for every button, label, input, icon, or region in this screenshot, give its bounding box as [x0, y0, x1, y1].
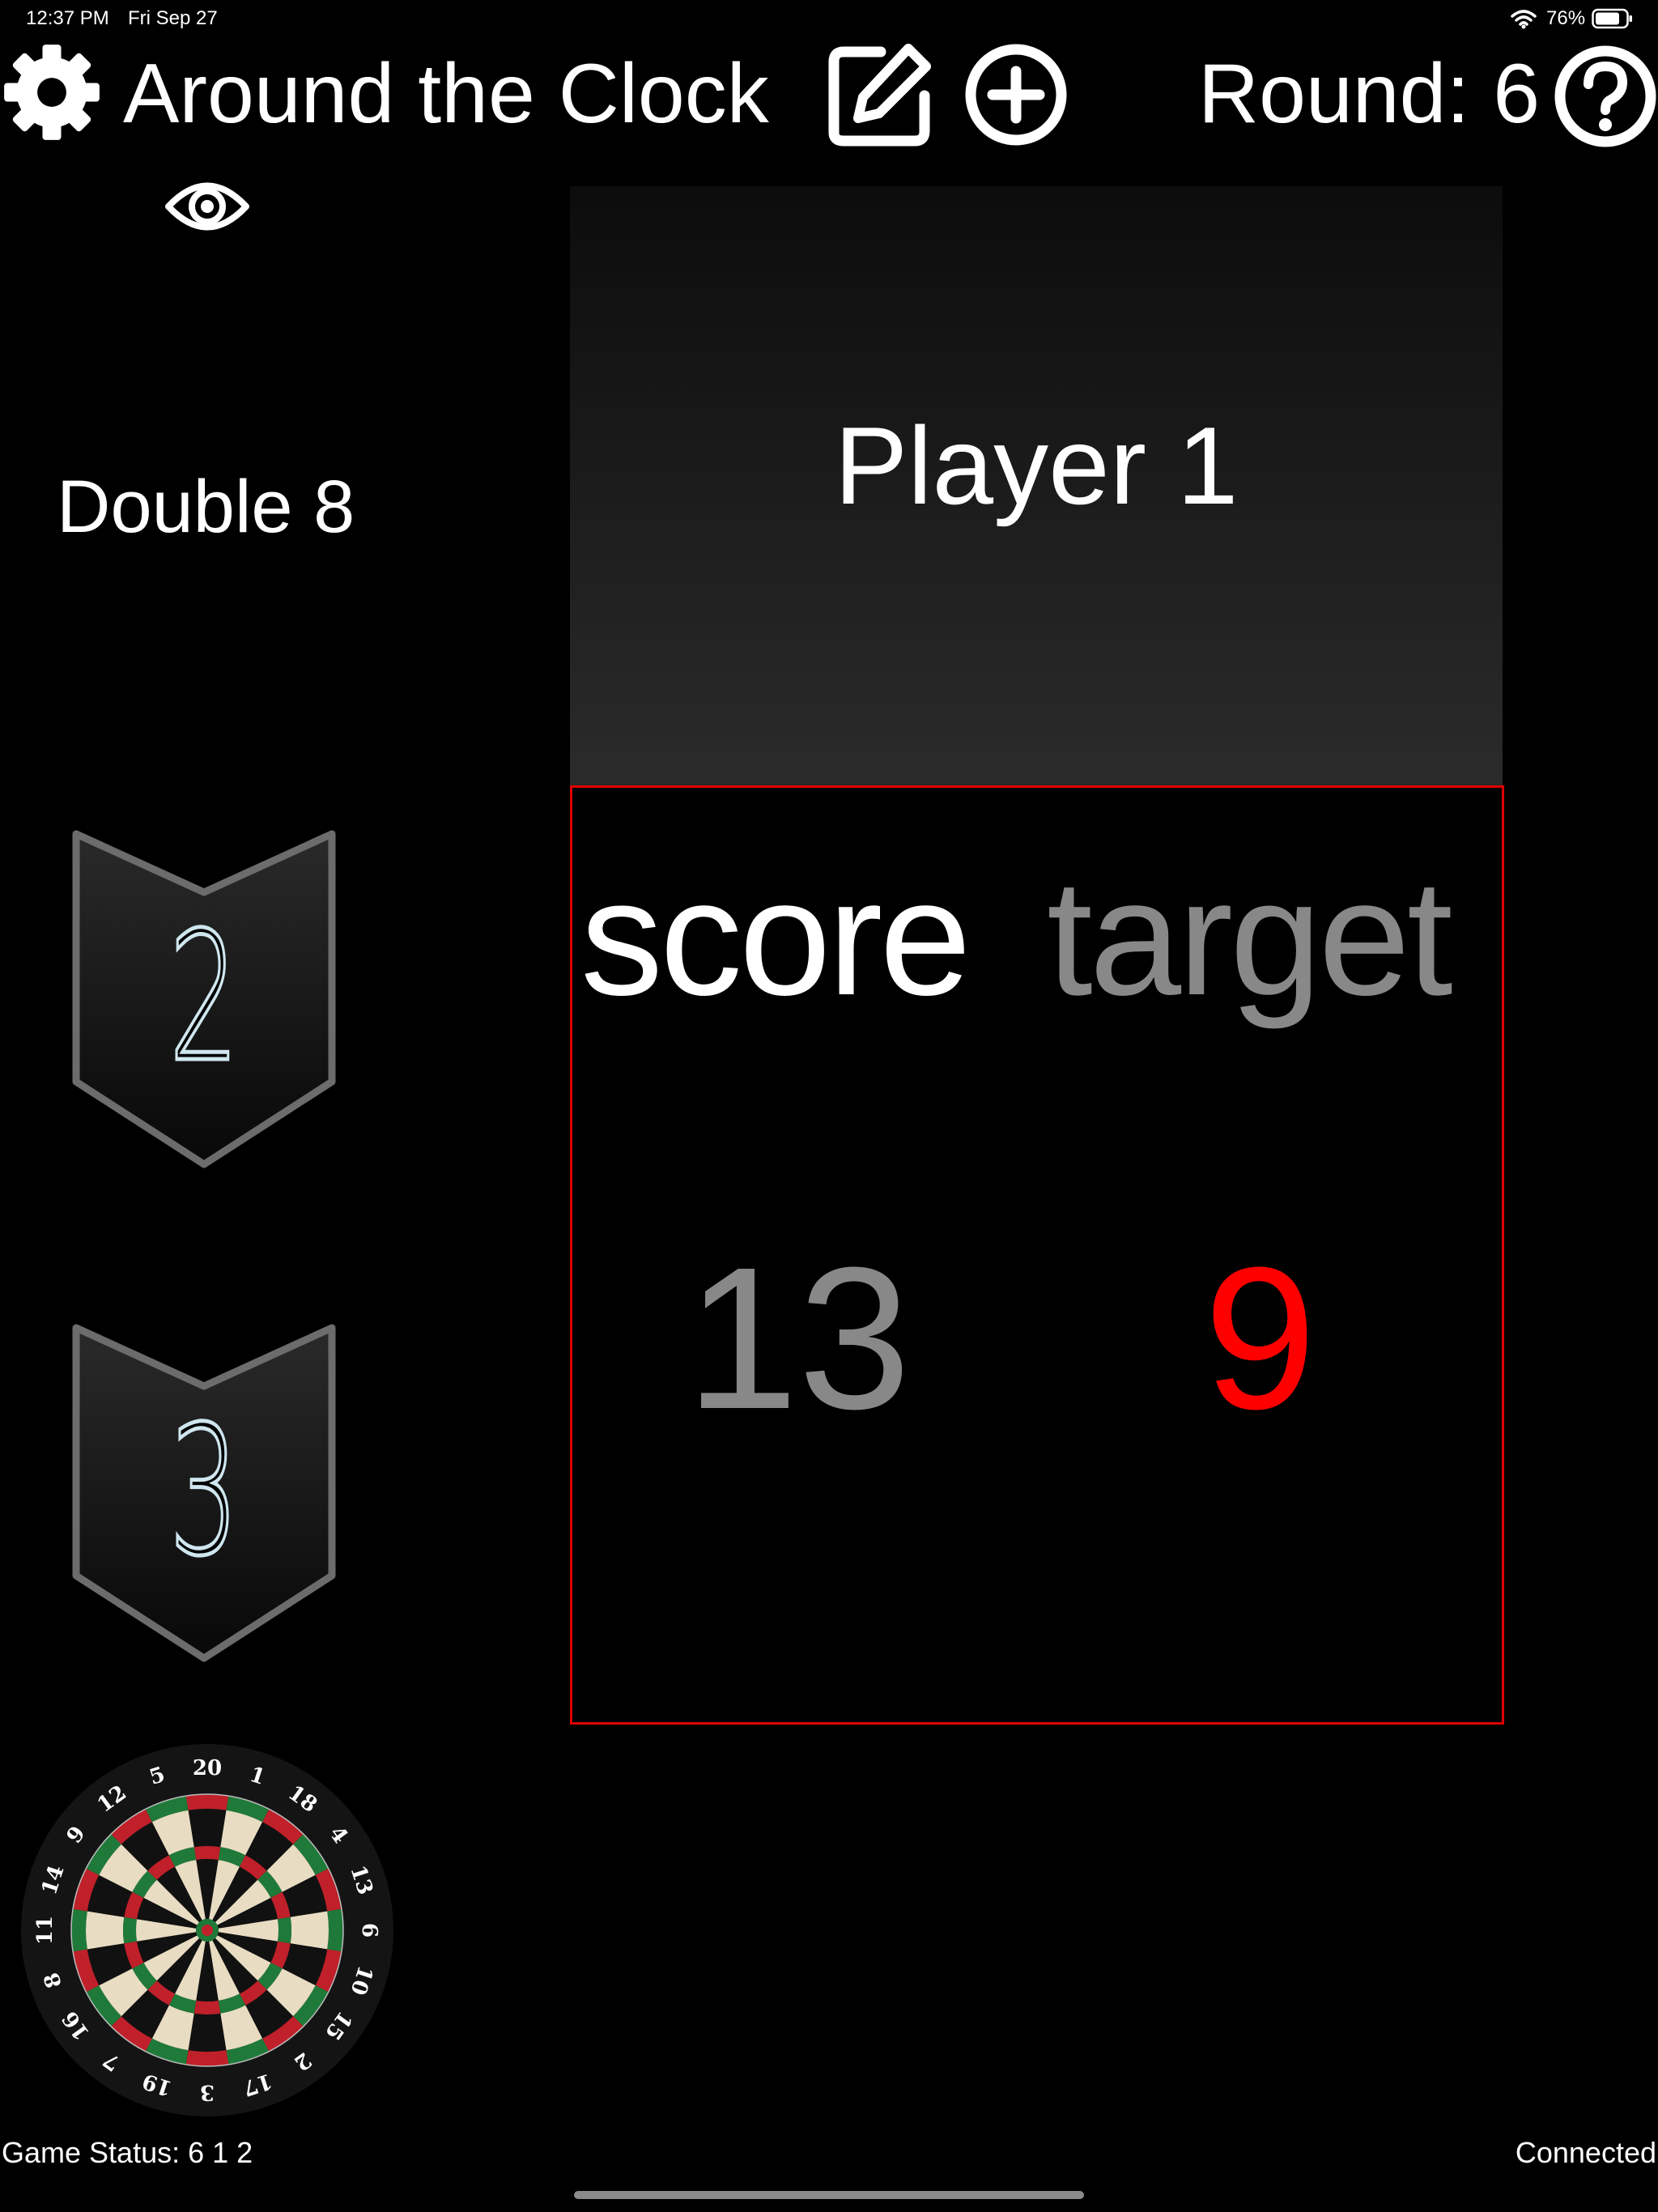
badge-number: 3 — [168, 1388, 240, 1595]
gear-icon[interactable] — [0, 40, 104, 144]
dartboard-number: 11 — [33, 1916, 57, 1945]
wifi-icon — [1511, 10, 1537, 29]
dart-badge-3: 3 — [71, 1321, 337, 1665]
score-panel: score target 13 9 — [570, 785, 1504, 1725]
dartboard-segment — [185, 1794, 229, 1810]
status-time: 12:37 PM — [26, 7, 109, 29]
dartboard-segment — [327, 1908, 343, 1952]
score-value: 13 — [686, 1225, 912, 1451]
dartboard-segment — [193, 1846, 221, 1861]
score-label: score — [580, 845, 971, 1030]
player-header: Player 1 — [570, 186, 1503, 785]
dartboard-number: 20 — [193, 1756, 222, 1780]
dart-badge-2: 2 — [71, 827, 337, 1171]
target-label-heading: target — [1047, 845, 1453, 1030]
dartboard-segment — [193, 2000, 221, 2014]
eye-icon[interactable] — [164, 177, 251, 236]
status-date: Fri Sep 27 — [128, 7, 218, 29]
badge-number: 2 — [168, 894, 240, 1101]
dartboard-segment — [185, 2050, 229, 2066]
game-status: Game Status: 6 1 2 — [2, 2136, 253, 2169]
dartboard-segment — [188, 1809, 227, 1848]
dartboard-segment — [290, 1911, 329, 1950]
round-indicator: Round: 6 — [1198, 47, 1541, 141]
dartboard-segment — [123, 1916, 138, 1944]
plus-circle-icon[interactable] — [963, 42, 1069, 147]
dartboard-segment — [277, 1916, 291, 1944]
dartboard-segment — [188, 2013, 227, 2052]
bullseye — [202, 1925, 213, 1936]
home-indicator[interactable] — [574, 2191, 1084, 2199]
dartboard-segment — [71, 1908, 87, 1952]
target-label: Double 8 — [57, 466, 355, 548]
battery-icon — [1592, 8, 1632, 29]
app-title: Around the Clock — [123, 47, 769, 141]
dartboard-number: 6 — [357, 1923, 381, 1938]
dartboard-image[interactable]: 20 11841361015217319716811149125 — [19, 1742, 395, 2118]
dartboard-segment — [86, 1911, 125, 1950]
edit-icon[interactable] — [824, 39, 934, 149]
battery-percent: 76% — [1546, 7, 1586, 29]
player-name: Player 1 — [834, 404, 1239, 527]
target-value: 9 — [1204, 1225, 1317, 1451]
help-circle-icon[interactable] — [1553, 44, 1658, 149]
dartboard-number: 3 — [200, 2080, 215, 2104]
connection-status: Connected — [1515, 2136, 1656, 2169]
